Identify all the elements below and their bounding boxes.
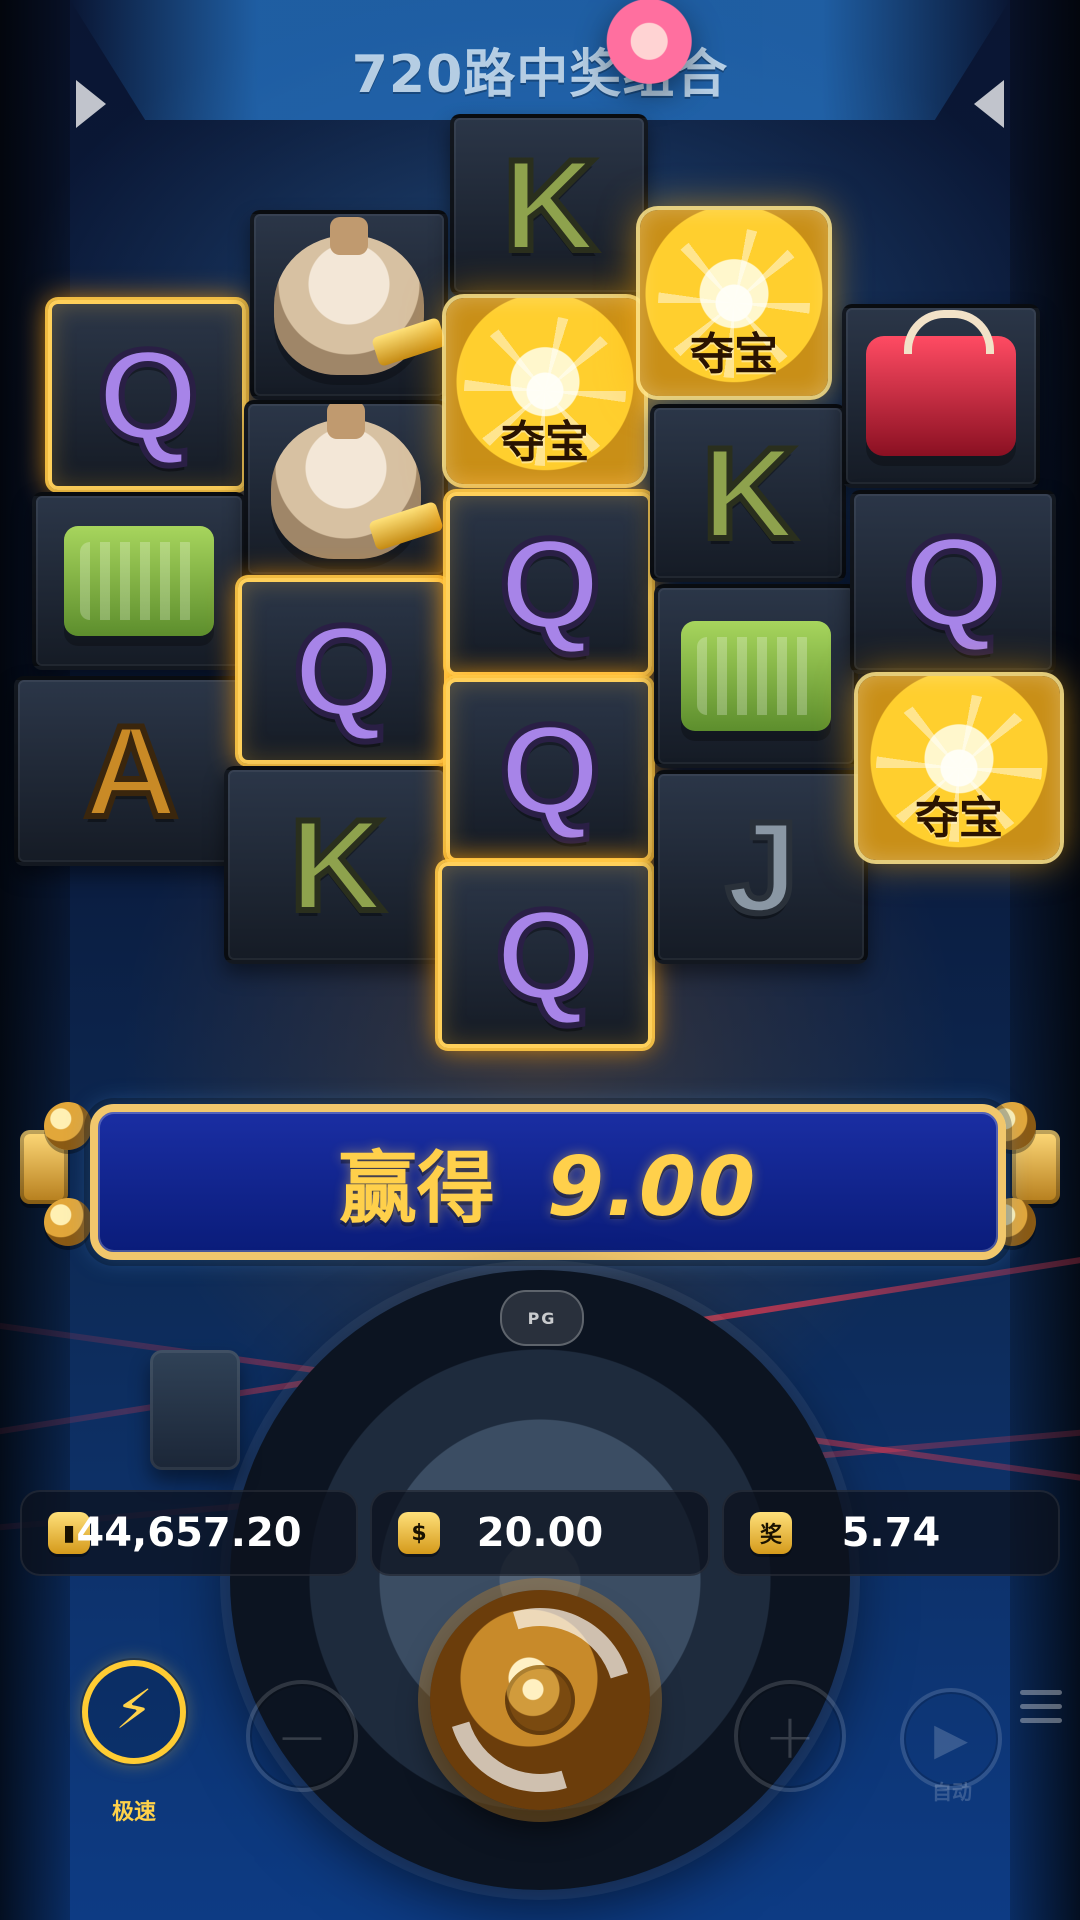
bolt-icon (44, 1102, 92, 1150)
reel4-symbol2: K (699, 420, 799, 566)
bet-value: 20.00 (476, 1510, 604, 1556)
bottom-controls: ⚡ 极速 − + ▶ 自动 (0, 1590, 1080, 1920)
cash-stack-icon (681, 621, 831, 731)
bolt-icon (44, 1198, 92, 1246)
menu-icon[interactable] (1020, 1690, 1062, 1732)
autoplay-label: 自动 (932, 1780, 972, 1804)
reel4-symbol4: J (723, 794, 801, 940)
reel5-vault-tile: 夺宝 (858, 676, 1060, 860)
reel2-symbol2-tile (244, 400, 448, 578)
reels-area: Q A Q K K 夺宝 Q Q Q 夺宝 K J Q 夺宝 (0, 0, 1080, 1060)
bet-panel: $ 20.00 (370, 1490, 710, 1576)
vault-label: 夺宝 (690, 329, 778, 380)
reel5-symbol2: Q (900, 509, 1007, 655)
vault-label: 夺宝 (915, 793, 1003, 844)
menu-line (1020, 1690, 1062, 1695)
money-bag-icon (274, 217, 424, 375)
reel1-symbol1: Q (94, 322, 201, 468)
reel3-symbol3-tile: Q (446, 492, 652, 676)
reel3-symbol1: K (500, 132, 600, 278)
win-bar: 赢得 9.00 (90, 1104, 1006, 1260)
pg-badge: PG (500, 1290, 584, 1346)
reel5-symbol2-tile: Q (850, 490, 1056, 674)
reel2-symbol1-tile (250, 210, 448, 400)
turbo-button[interactable]: ⚡ 极速 (82, 1660, 186, 1825)
win-bar-wrap: 赢得 9.00 (0, 1080, 1080, 1270)
reel3-symbol4: Q (496, 697, 603, 843)
win-value: 9.00 (546, 1140, 758, 1235)
turbo-label: 极速 (111, 1800, 156, 1825)
lightning-icon: ⚡ (115, 1678, 153, 1741)
vault-label: 夺宝 (501, 417, 589, 468)
balance-value: 44,657.20 (76, 1510, 302, 1556)
reel3-symbol3: Q (496, 511, 603, 657)
spin-button[interactable] (430, 1590, 650, 1810)
reel2-symbol4: K (287, 792, 387, 938)
spin-center-icon (505, 1665, 575, 1735)
cash-stack-icon (64, 526, 214, 636)
money-bag-icon (271, 404, 421, 559)
win-text: 赢得 9.00 (339, 1126, 757, 1238)
autoplay-button[interactable]: ▶ (900, 1688, 1002, 1790)
reel4-symbol3-tile (654, 584, 858, 768)
keypad-icon (150, 1350, 240, 1470)
red-purse-icon (866, 310, 1016, 456)
win-panel: 奖 5.74 (722, 1490, 1060, 1576)
stats-row: ▮ 44,657.20 $ 20.00 奖 5.74 (0, 1490, 1080, 1582)
reel2-symbol3: Q (290, 598, 397, 744)
reel4-vault-tile: 夺宝 (640, 210, 828, 396)
reel4-symbol4-tile: J (654, 770, 868, 964)
reel1-symbol2-tile (32, 492, 246, 670)
increase-bet-button[interactable]: + (734, 1680, 846, 1792)
reel3-vault-tile: 夺宝 (446, 298, 644, 484)
reel5-symbol1-tile (842, 304, 1040, 488)
reel3-symbol1-tile: K (450, 114, 648, 296)
balance-panel: ▮ 44,657.20 (20, 1490, 358, 1576)
win-label: 赢得 (338, 1144, 495, 1234)
reel2-symbol4-tile: K (224, 766, 448, 964)
reel4-symbol2-tile: K (650, 404, 846, 582)
last-win-value: 5.74 (841, 1510, 941, 1556)
reel3-symbol4-tile: Q (446, 678, 652, 862)
menu-line (1020, 1704, 1062, 1709)
reel2-symbol3-tile: Q (238, 578, 448, 764)
reel3-symbol5-tile: Q (438, 862, 652, 1048)
reel3-symbol5: Q (492, 882, 599, 1028)
reel1-symbol1-tile: Q (48, 300, 246, 490)
reel1-symbol3-tile: A (14, 676, 246, 866)
reel1-symbol3: A (81, 698, 181, 844)
menu-line (1020, 1718, 1062, 1723)
decrease-bet-button[interactable]: − (246, 1680, 358, 1792)
